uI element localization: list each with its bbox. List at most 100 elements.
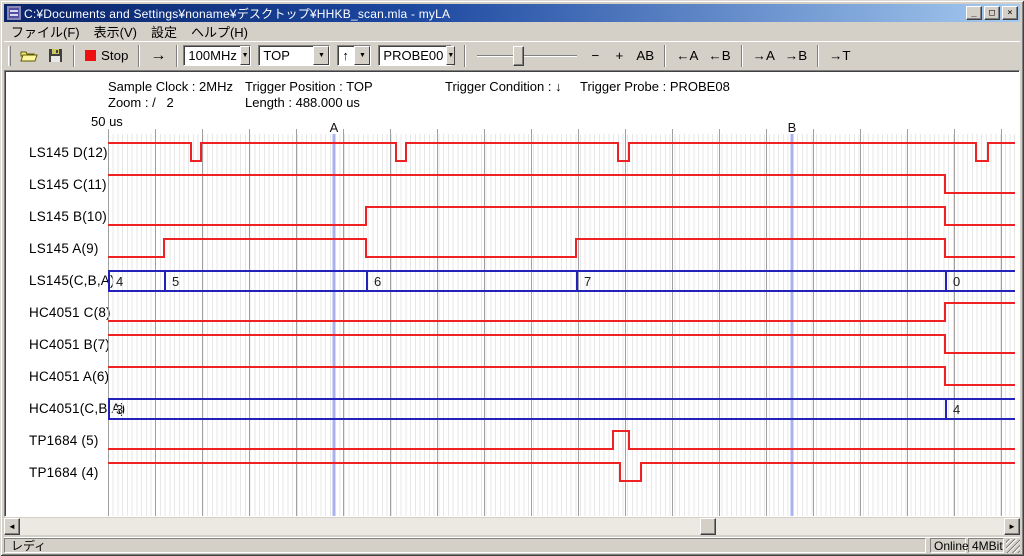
- sample-rate-combo[interactable]: 100MHz ▼: [183, 45, 251, 66]
- save-button[interactable]: [43, 44, 68, 68]
- bus-value: 7: [584, 274, 591, 289]
- channel-label: HC4051 C(8): [5, 296, 108, 328]
- bus-value: 4: [953, 402, 960, 417]
- toolbar-separator: [73, 45, 75, 67]
- channel-label: LS145 D(12): [5, 136, 108, 168]
- channel-wave: [108, 207, 1015, 225]
- status-bar: レディ Online 4MBit: [4, 537, 1020, 553]
- channel-label: LS145 B(10): [5, 200, 108, 232]
- channel-wave: [108, 431, 1015, 449]
- minimize-button[interactable]: _: [966, 6, 982, 20]
- channel-label: HC4051 A(6): [5, 360, 108, 392]
- scrollbar-thumb[interactable]: [700, 518, 716, 535]
- cursor-label-a: A: [330, 120, 339, 135]
- grid-major: [109, 129, 1002, 516]
- chevron-down-icon[interactable]: ▼: [313, 46, 329, 65]
- chevron-down-icon[interactable]: ▼: [354, 46, 370, 65]
- app-icon: [7, 6, 21, 20]
- waveform-panel: Sample Clock : 2MHz Trigger Position : T…: [4, 70, 1020, 517]
- channel-label: LS145(C,B,A): [5, 264, 108, 296]
- menu-view[interactable]: 表示(V): [87, 21, 144, 42]
- toolbar-separator: [664, 45, 666, 67]
- bus-value: 4: [116, 274, 123, 289]
- close-button[interactable]: ×: [1002, 6, 1018, 20]
- resize-grip[interactable]: [1006, 539, 1020, 553]
- menu-file[interactable]: ファイル(F): [4, 21, 87, 42]
- menu-help[interactable]: ヘルプ(H): [184, 21, 255, 42]
- trigger-position-info: Trigger Position : TOP: [245, 79, 373, 94]
- channel-label: TP1684 (5): [5, 424, 108, 456]
- stop-button[interactable]: Stop: [80, 44, 133, 68]
- maximize-button[interactable]: □: [984, 6, 1000, 20]
- menu-bar: ファイル(F) 表示(V) 設定 ヘルプ(H): [4, 23, 1020, 40]
- zoom-ab-button[interactable]: AB: [631, 44, 659, 68]
- online-status-badge: Online: [930, 538, 966, 553]
- scroll-right-icon[interactable]: ►: [1004, 518, 1020, 535]
- goto-trigger-button[interactable]: →T: [824, 44, 855, 68]
- stop-label: Stop: [101, 48, 128, 63]
- channel-wave: [108, 367, 1015, 385]
- zoom-slider-track: [477, 55, 577, 57]
- scroll-left-icon[interactable]: ◄: [4, 518, 20, 535]
- zoom-slider-thumb[interactable]: [513, 46, 524, 66]
- sample-clock-info: Sample Clock : 2MHz: [108, 79, 233, 94]
- toolbar: Stop → 100MHz ▼ TOP ▼ ↑ ▼ PROBE00 ▼ −: [4, 41, 1020, 69]
- channel-label: HC4051 B(7): [5, 328, 108, 360]
- channel-label: HC4051(C,B,A): [5, 392, 108, 424]
- channel-wave: 34: [108, 399, 1015, 419]
- goto-cursor-a-button[interactable]: ←A: [671, 44, 703, 68]
- trigger-probe-combo[interactable]: PROBE00 ▼: [378, 45, 452, 66]
- trigger-position-value: TOP: [259, 46, 313, 65]
- zoom-out-button[interactable]: −: [583, 44, 607, 68]
- menu-settings[interactable]: 設定: [144, 21, 184, 42]
- floppy-disk-icon: [48, 48, 63, 63]
- goto-cursor-b-button[interactable]: ←B: [703, 44, 735, 68]
- trigger-position-combo[interactable]: TOP ▼: [258, 45, 330, 66]
- cursor-label-b: B: [788, 120, 797, 135]
- channel-wave: 4 5 6 7 0: [108, 271, 1015, 291]
- title-bar[interactable]: C:¥Documents and Settings¥noname¥デスクトップ¥…: [4, 4, 1020, 22]
- run-button[interactable]: →: [145, 44, 171, 68]
- toolbar-separator: [741, 45, 743, 67]
- trigger-edge-value: ↑: [338, 46, 354, 65]
- status-message: レディ: [4, 538, 926, 553]
- open-folder-icon: [20, 49, 38, 63]
- toolbar-separator: [817, 45, 819, 67]
- channel-wave: [108, 463, 1015, 481]
- set-cursor-a-button[interactable]: →A: [748, 44, 780, 68]
- zoom-info: Zoom : / 2: [108, 95, 174, 110]
- app-window: C:¥Documents and Settings¥noname¥デスクトップ¥…: [0, 0, 1024, 556]
- set-cursor-b-button[interactable]: →B: [780, 44, 812, 68]
- bus-value: 3: [116, 402, 123, 417]
- open-button[interactable]: [15, 44, 43, 68]
- toolbar-grip: [8, 46, 11, 66]
- channel-wave: [108, 175, 1015, 193]
- bus-value: 0: [953, 274, 960, 289]
- horizontal-scrollbar[interactable]: ◄ ►: [4, 518, 1020, 535]
- trigger-probe-info: Trigger Probe : PROBE08: [580, 79, 730, 94]
- sample-rate-value: 100MHz: [184, 46, 239, 65]
- window-title: C:¥Documents and Settings¥noname¥デスクトップ¥…: [24, 5, 966, 22]
- channel-wave: [108, 303, 1015, 321]
- trigger-probe-value: PROBE00: [379, 46, 446, 65]
- zoom-in-button[interactable]: +: [607, 44, 631, 68]
- chevron-down-icon[interactable]: ▼: [446, 46, 455, 65]
- toolbar-separator: [138, 45, 140, 67]
- bus-value: 5: [172, 274, 179, 289]
- channel-label: TP1684 (4): [5, 456, 108, 488]
- channel-label: LS145 A(9): [5, 232, 108, 264]
- zoom-slider[interactable]: [477, 45, 577, 67]
- channel-wave: [108, 143, 1015, 161]
- channel-label-column: LS145 D(12)LS145 C(11)LS145 B(10)LS145 A…: [5, 136, 108, 488]
- bus-value: 6: [374, 274, 381, 289]
- channel-label: LS145 C(11): [5, 168, 108, 200]
- toolbar-separator: [464, 45, 466, 67]
- channel-wave: [108, 335, 1015, 353]
- trigger-condition-info: Trigger Condition : ↓: [445, 79, 562, 94]
- channel-wave: [108, 239, 1015, 257]
- length-info: Length : 488.000 us: [245, 95, 360, 110]
- waveform-canvas[interactable]: 4567034AB: [108, 119, 1015, 516]
- trigger-edge-combo[interactable]: ↑ ▼: [337, 45, 371, 66]
- run-arrow-icon: →: [150, 47, 166, 65]
- chevron-down-icon[interactable]: ▼: [240, 46, 251, 65]
